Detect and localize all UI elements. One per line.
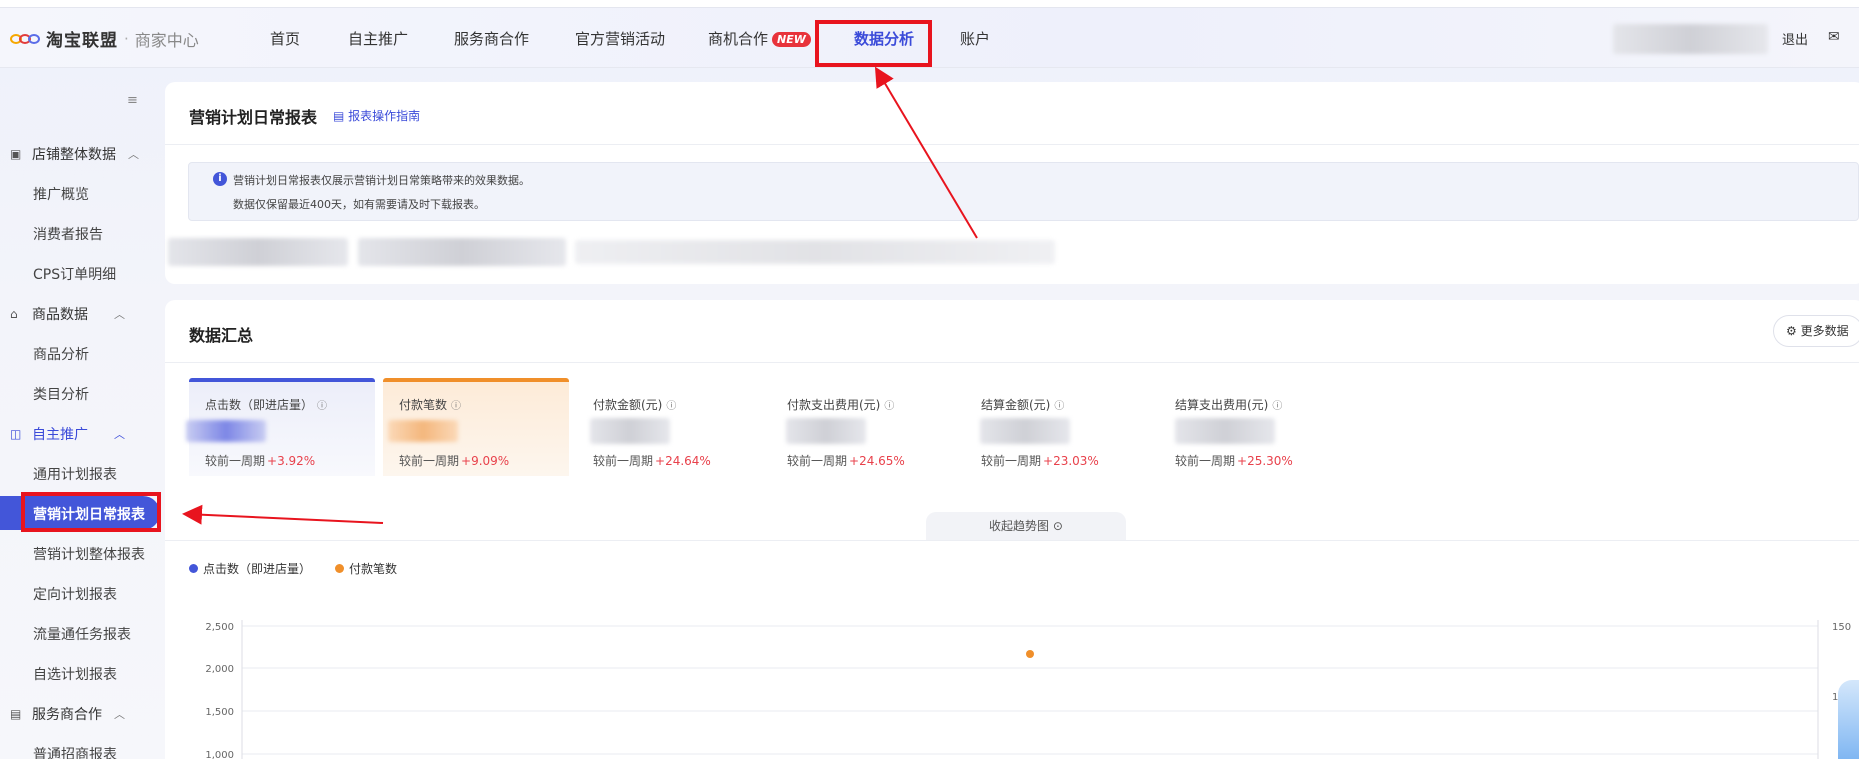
y-tick-left: 2,500 <box>205 622 234 633</box>
y-tick-left: 2,000 <box>205 664 234 675</box>
assistant-widget-icon[interactable] <box>1838 680 1859 759</box>
y-tick-right: 150 <box>1832 622 1851 633</box>
trend-chart: 2,5002,0001,5001,000150100 <box>205 620 1851 759</box>
data-point-payments[interactable] <box>1026 650 1034 658</box>
y-tick-left: 1,000 <box>205 750 234 759</box>
y-tick-left: 1,500 <box>205 707 234 718</box>
